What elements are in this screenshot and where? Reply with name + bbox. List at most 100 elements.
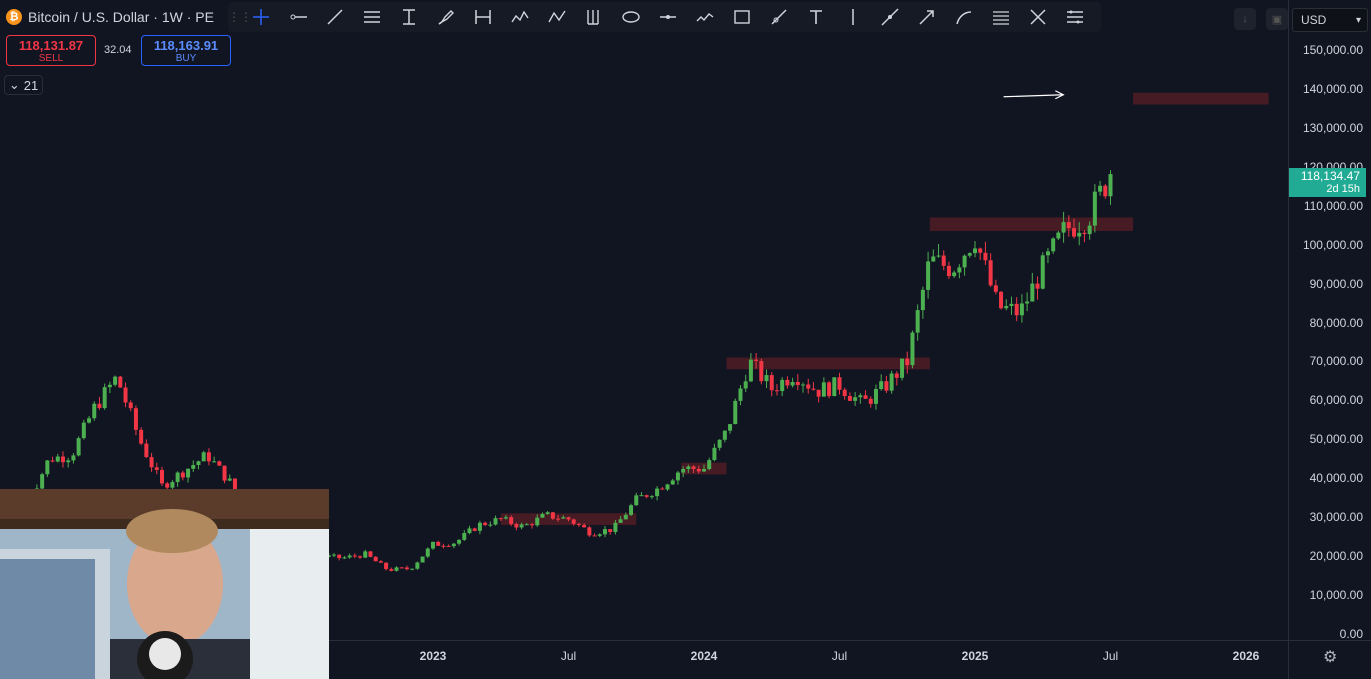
candle	[993, 279, 998, 295]
fib-retracement-icon[interactable]	[982, 2, 1019, 32]
candle	[477, 520, 482, 535]
path-icon[interactable]	[686, 2, 723, 32]
candle	[941, 250, 946, 271]
price-tick-label: 30,000.00	[1309, 510, 1363, 525]
buy-label: BUY	[175, 53, 197, 64]
price-range-icon[interactable]	[390, 2, 427, 32]
candle	[952, 270, 957, 278]
candle	[45, 460, 50, 477]
elliott-wave-icon[interactable]	[501, 2, 538, 32]
chart-settings-icon[interactable]: ⚙	[1323, 647, 1337, 667]
sell-button[interactable]: 118,131.87 SELL	[6, 35, 96, 66]
candle	[373, 556, 378, 562]
indicator-count: 21	[23, 77, 39, 93]
top-small-buttons: ↓ ▣	[1234, 8, 1288, 30]
candle	[206, 448, 211, 466]
candle	[915, 304, 920, 341]
candle	[227, 474, 232, 482]
current-price-value: 118,134.47	[1300, 169, 1360, 183]
candle	[191, 460, 196, 472]
symbol-title-text: Bitcoin / U.S. Dollar · 1W · PE	[28, 9, 214, 25]
candle	[389, 567, 394, 572]
candle	[102, 383, 107, 410]
candle	[337, 554, 342, 561]
candle	[675, 470, 680, 485]
candle	[1051, 237, 1056, 254]
date-range-icon[interactable]	[464, 2, 501, 32]
time-tick-label: 2024	[690, 649, 718, 663]
price-tick-label: 80,000.00	[1309, 315, 1363, 330]
candle	[154, 462, 159, 475]
ellipse-icon[interactable]	[612, 2, 649, 32]
bar-countdown: 2d 15h	[1326, 183, 1360, 195]
pitchfork-icon[interactable]	[575, 2, 612, 32]
time-tick-label: Jul	[831, 649, 848, 663]
candle	[222, 465, 227, 484]
candle	[441, 543, 446, 549]
candle	[884, 375, 889, 393]
candle	[420, 556, 425, 563]
buy-button[interactable]: 118,163.91 BUY	[141, 35, 231, 66]
zone-rectangle[interactable]	[726, 357, 930, 370]
candle	[404, 565, 409, 571]
candle	[55, 453, 60, 463]
price-scale[interactable]: 150,000.00 140,000.00 130,000.00 120,000.00…	[1288, 0, 1371, 641]
candle	[342, 555, 347, 560]
zone-rectangle[interactable]	[1133, 92, 1269, 105]
candle	[858, 393, 863, 404]
candle	[394, 566, 399, 572]
arrow-annotation[interactable]	[1003, 90, 1065, 100]
price-tick-label: 100,000.00	[1302, 237, 1363, 252]
extended-line-icon[interactable]	[871, 2, 908, 32]
candle	[368, 550, 373, 558]
cross-line-icon[interactable]	[1019, 2, 1056, 32]
toolbar-settings-icon[interactable]	[1056, 2, 1093, 32]
candle	[92, 401, 97, 421]
abcd-pattern-icon[interactable]	[538, 2, 575, 32]
crosshair-icon[interactable]	[242, 2, 279, 32]
arrow-down-icon[interactable]: ↓	[1234, 8, 1256, 30]
candle	[827, 380, 832, 399]
candle	[483, 521, 488, 527]
currency-value: USD	[1301, 13, 1327, 27]
candle	[905, 351, 910, 374]
candle	[175, 471, 180, 487]
candle	[186, 468, 191, 483]
candle	[462, 530, 467, 542]
text-icon[interactable]	[797, 2, 834, 32]
candle	[644, 494, 649, 499]
candle	[60, 451, 65, 468]
candle	[853, 391, 858, 407]
brush-icon[interactable]	[427, 2, 464, 32]
candle	[670, 478, 675, 485]
candle	[1019, 294, 1024, 323]
candle	[910, 330, 915, 369]
currency-select[interactable]: USD ▾	[1292, 8, 1368, 32]
curve-icon[interactable]	[945, 2, 982, 32]
horizontal-line-icon[interactable]	[649, 2, 686, 32]
horizontal-ray-icon[interactable]	[279, 2, 316, 32]
buy-price: 118,163.91	[153, 38, 219, 53]
trend-line-icon[interactable]	[316, 2, 353, 32]
candle	[863, 390, 868, 399]
vertical-line-icon[interactable]	[834, 2, 871, 32]
candle	[331, 553, 336, 558]
parallel-channel-icon[interactable]	[353, 2, 390, 32]
snapshot-icon[interactable]: ▣	[1266, 8, 1288, 30]
candle	[764, 369, 769, 389]
arrow-icon[interactable]	[908, 2, 945, 32]
candle	[180, 470, 185, 481]
indicators-collapse-button[interactable]: ⌄ 21	[4, 75, 43, 95]
candle	[931, 249, 936, 262]
symbol-title[interactable]: ₿ Bitcoin / U.S. Dollar · 1W · PE	[6, 9, 214, 25]
rectangle-icon[interactable]	[723, 2, 760, 32]
candle	[1030, 272, 1035, 302]
candle	[384, 562, 389, 571]
price-tick-label: 60,000.00	[1309, 393, 1363, 408]
drag-handle-icon[interactable]: ⋮⋮	[228, 10, 252, 24]
price-tick-label: 20,000.00	[1309, 549, 1363, 564]
candle	[665, 483, 670, 492]
ray-icon[interactable]	[760, 2, 797, 32]
zone-rectangle[interactable]	[929, 217, 1134, 232]
candle	[212, 456, 217, 463]
